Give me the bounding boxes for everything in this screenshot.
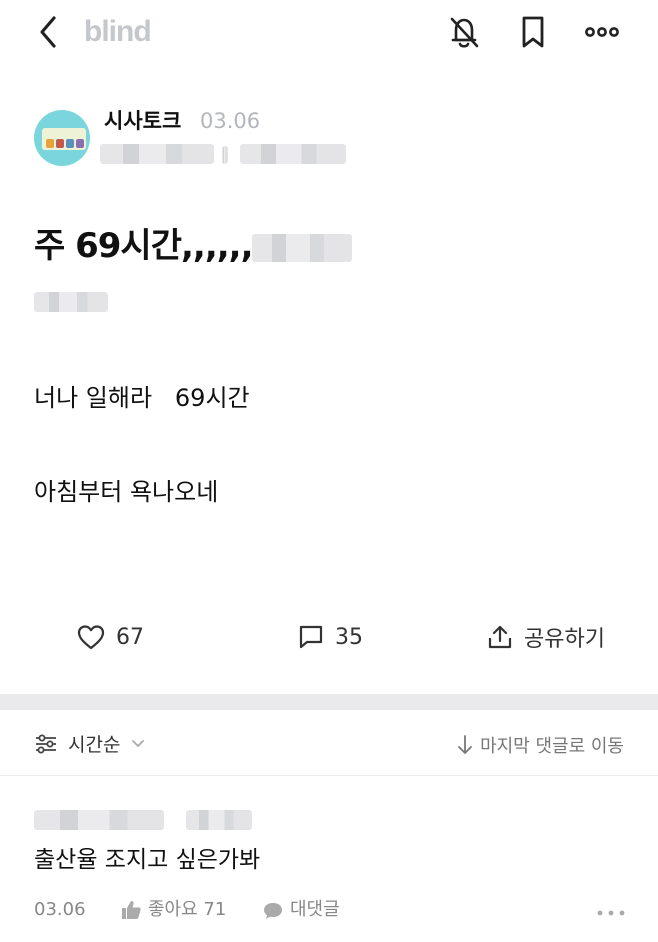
- comment-date: 03.06: [34, 899, 86, 920]
- post-actions: 67 35 공유하기: [0, 614, 658, 660]
- comment-count: 35: [335, 624, 363, 650]
- section-divider: [0, 694, 658, 710]
- bell-off-icon[interactable]: [446, 12, 482, 52]
- avatar[interactable]: [34, 110, 90, 166]
- sort-label: 시간순: [68, 734, 121, 756]
- filter-sliders-icon: [36, 734, 56, 753]
- comment-text: 출산율 조지고 싶은가봐: [34, 847, 261, 873]
- post-author-row: 시사토크 03.06: [34, 108, 634, 168]
- blurred-commenter-nickname: [186, 810, 252, 830]
- like-count: 67: [116, 624, 144, 650]
- share-button[interactable]: 공유하기: [486, 620, 605, 654]
- post-title: 주 69시간,,,,,,,: [34, 226, 265, 266]
- heart-icon: [77, 625, 105, 650]
- comment-count-button[interactable]: 35: [297, 620, 363, 654]
- top-bar: blind: [0, 0, 658, 64]
- post-body-line: 아침부터 욕나오네: [34, 478, 219, 506]
- like-button[interactable]: 67: [76, 620, 144, 654]
- sort-dropdown[interactable]: 시간순: [34, 730, 156, 757]
- comment-like-button[interactable]: 좋아요 71: [148, 898, 226, 922]
- reply-bubble-icon: [264, 903, 282, 919]
- post-body-line: 너나 일해라 69시간: [34, 384, 250, 412]
- comment-more-icon[interactable]: [596, 908, 626, 918]
- channel-name[interactable]: 시사토크: [104, 108, 181, 134]
- comment-meta: 03.06 좋아요 71 대댓글: [34, 896, 634, 924]
- blurred-commenter-company: [34, 810, 164, 830]
- more-icon[interactable]: [584, 12, 620, 52]
- chevron-down-icon: [132, 739, 145, 747]
- blurred-company-name: [100, 144, 214, 164]
- blurred-nickname: [240, 144, 346, 164]
- jump-to-last-comment-button[interactable]: 마지막 댓글로 이동: [456, 732, 624, 758]
- post-date: 03.06: [200, 109, 261, 133]
- back-arrow-icon[interactable]: [34, 12, 66, 52]
- blurred-divider: [222, 146, 228, 164]
- avatar-image: [42, 128, 86, 150]
- blurred-title-suffix: [252, 234, 352, 262]
- comment-sort-bar: 시간순 마지막 댓글로 이동: [0, 710, 658, 776]
- blurred-subtitle: [34, 292, 108, 312]
- reply-button[interactable]: 대댓글: [290, 898, 340, 922]
- app-logo: blind: [84, 15, 152, 48]
- jump-label: 마지막 댓글로 이동: [480, 736, 624, 757]
- arrow-down-icon: [458, 735, 472, 754]
- share-icon: [488, 625, 512, 649]
- comment-icon: [299, 625, 323, 649]
- bookmark-icon[interactable]: [515, 12, 551, 52]
- share-label: 공유하기: [524, 627, 605, 652]
- thumbs-up-icon: [122, 901, 141, 919]
